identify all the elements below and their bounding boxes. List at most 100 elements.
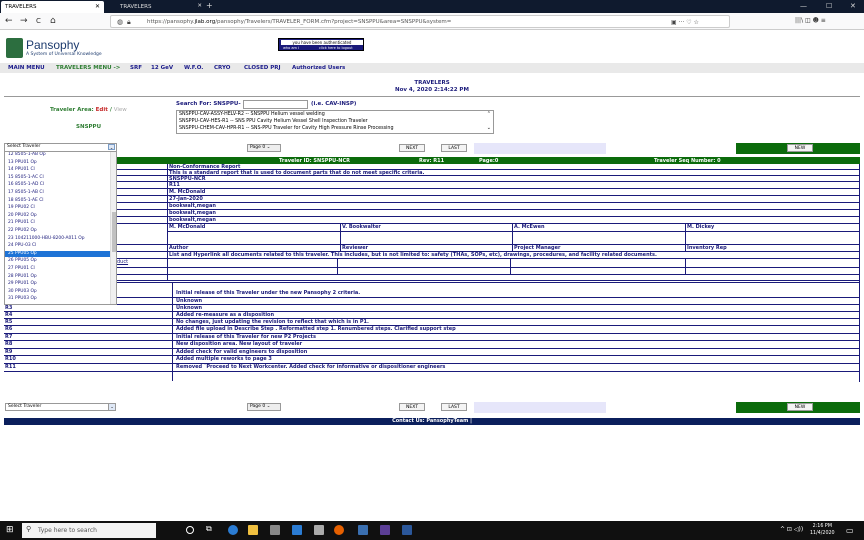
edge-icon[interactable] xyxy=(228,525,238,535)
home-icon[interactable]: ⌂ xyxy=(50,16,56,26)
traveler-option[interactable]: 14 PPU01 Cl xyxy=(5,167,110,173)
next-button[interactable]: NEXT xyxy=(399,403,425,411)
new-button[interactable]: NEW xyxy=(787,144,813,152)
page-select[interactable]: Page 0 ⌄ xyxy=(247,144,281,152)
traveler-table: Non-Conformance Report This is a standar… xyxy=(4,164,860,382)
forward-icon[interactable]: → xyxy=(20,16,28,26)
area-view-link[interactable]: View xyxy=(114,107,127,113)
traveler-option[interactable]: 17 8505-1-AB Cl xyxy=(5,190,110,196)
traveler-header: Traveler ID: SNSPPU-NCR Rev: R11 Page:0 … xyxy=(4,157,860,164)
pansophy-logo[interactable]: Pansophy A System of Universal Knowledge xyxy=(6,38,102,60)
traveler-option[interactable]: 16 8505-1-AD Cl xyxy=(5,182,110,188)
traveler-option[interactable]: 12 8505-1-AB Op xyxy=(5,152,110,158)
next-button[interactable]: NEXT xyxy=(399,144,425,152)
reload-icon[interactable]: C xyxy=(36,17,41,25)
traveler-option[interactable]: 31 PPU03 Op xyxy=(5,296,110,302)
menu-wfo[interactable]: W.F.O. xyxy=(184,65,203,71)
last-button[interactable]: LAST xyxy=(441,403,467,411)
menu-authorized-users[interactable]: Authorized Users xyxy=(292,65,345,71)
maximize-icon[interactable]: ☐ xyxy=(826,2,832,10)
traveler-option[interactable]: 20 PPU02 Op xyxy=(5,213,110,219)
traveler-option[interactable]: 28 PPU01 Op xyxy=(5,274,110,280)
search-results-list[interactable]: SNSPPU-CAV-ASSY-HELV-R2 -- SNSPPU Helium… xyxy=(176,110,494,134)
traveler-option[interactable]: 30 PPU03 Op xyxy=(5,289,110,295)
close-tab-icon[interactable]: ✕ xyxy=(197,3,202,9)
traveler-option[interactable]: 26 PPU05 Op xyxy=(5,258,110,264)
traveler-option[interactable]: 22 PPU02 Op xyxy=(5,228,110,234)
back-icon[interactable]: ← xyxy=(5,16,13,26)
search-label: Search For: SNSPPU- xyxy=(176,101,241,107)
dropdown-scrollbar[interactable] xyxy=(110,152,116,304)
traveler-option[interactable]: 18 8505-1-AE Cl xyxy=(5,198,110,204)
select-traveler[interactable]: Select Traveler ⌄ xyxy=(5,403,116,411)
cortana-icon[interactable] xyxy=(186,526,194,534)
new-tab-button[interactable]: + xyxy=(206,1,213,10)
revision-row: R10 Added multiple reworks to page 3 xyxy=(4,356,860,364)
spacer-row xyxy=(4,281,860,283)
revision-row: R8 New disposition area. New layout of tr… xyxy=(4,341,860,349)
area-edit-link[interactable]: Edit xyxy=(96,107,108,113)
menu-travelers[interactable]: TRAVELERS MENU -> xyxy=(56,65,120,71)
docs-row xyxy=(4,268,860,275)
page-select[interactable]: Page 0 ⌄ xyxy=(247,403,281,411)
page-actions-icon[interactable]: ▣ ··· ♡ ☆ xyxy=(671,19,699,26)
traveler-option[interactable]: 15 8505-1-AC Cl xyxy=(5,175,110,181)
who-am-i-link[interactable]: who am i xyxy=(283,46,299,50)
traveler-option[interactable]: 21 PPU01 Cl xyxy=(5,220,110,226)
search-input[interactable] xyxy=(243,100,308,109)
store-icon[interactable] xyxy=(270,525,280,535)
close-tab-icon[interactable]: ✕ xyxy=(95,3,100,10)
chevron-down-icon[interactable]: ⌄ xyxy=(487,125,491,131)
traveler-option[interactable]: 25 PPU05 Op xyxy=(5,250,110,258)
last-button[interactable]: LAST xyxy=(441,144,467,152)
traveler-option[interactable]: 23 104211000-HBU-8200-A011 Op xyxy=(5,236,110,242)
traveler-option[interactable]: 19 PPU02 Cl xyxy=(5,205,110,211)
app-icon[interactable] xyxy=(314,525,324,535)
chevron-up-icon[interactable]: ⌃ xyxy=(487,111,491,117)
file-explorer-icon[interactable] xyxy=(248,525,258,535)
traveler-options-list[interactable]: 12 8505-1-AB Op 13 PPU01 Op 14 PPU01 Cl 15 … xyxy=(5,152,110,304)
toolbar-icons[interactable]: |||\ ◫ ☻ ≡ xyxy=(795,17,826,24)
tab-travelers[interactable]: TRAVELERS ✕ xyxy=(116,1,206,13)
chevron-down-icon[interactable]: ⌄ xyxy=(108,144,115,150)
url-text: https://pansophy.jlab.org/pansophy/Trave… xyxy=(147,19,452,25)
close-window-icon[interactable]: ✕ xyxy=(850,2,856,10)
logout-link[interactable]: click here to logout xyxy=(319,46,353,50)
chevron-down-icon[interactable]: ⌄ xyxy=(108,404,115,410)
url-bar[interactable]: ◍ 🔒︎ https://pansophy.jlab.org/pansophy/… xyxy=(110,15,730,28)
contact-footer[interactable]: Contact Us: PansophyTeam | xyxy=(4,418,860,425)
clock[interactable]: 2:16 PM 11/4/2020 xyxy=(810,523,835,537)
traveler-option[interactable]: 29 PPU01 Op xyxy=(5,281,110,287)
table-row: bookwalt,megan xyxy=(4,217,860,224)
scrollbar-thumb[interactable] xyxy=(112,212,116,252)
windows-start-icon[interactable]: ⊞ xyxy=(6,525,14,535)
menu-srf[interactable]: SRF xyxy=(130,65,142,71)
taskbar-search[interactable]: ⚲ Type here to search xyxy=(22,523,156,538)
list-item[interactable]: SNSPPU-CHEM-CAV-HPR-R1 -- SNS-PPU Travel… xyxy=(179,126,394,131)
tab-travelers-active[interactable]: TRAVELERS ✕ xyxy=(1,1,104,13)
menu-cryo[interactable]: CRYO xyxy=(214,65,230,71)
select-traveler-header[interactable]: Select Traveler ⌄ xyxy=(5,144,116,152)
teams-icon[interactable] xyxy=(380,525,390,535)
minimize-icon[interactable]: — xyxy=(800,2,807,10)
menu-closed-prj[interactable]: CLOSED PRJ xyxy=(244,65,281,71)
notification-icon[interactable]: ▭ xyxy=(846,526,854,535)
revision-row: R5 No changes, just updating the revision… xyxy=(4,319,860,326)
system-tray[interactable]: ^ ⊡ ◁)) xyxy=(780,526,803,533)
list-item[interactable]: SNSPPU-CAV-ASSY-HELV-R2 -- SNSPPU Helium… xyxy=(179,112,325,117)
traveler-controls-bottom: Select Traveler ⌄ Page 0 ⌄ NEXT LAST NEW xyxy=(4,402,860,413)
traveler-option[interactable]: 13 PPU01 Op xyxy=(5,160,110,166)
traveler-option[interactable]: 27 PPU01 Cl xyxy=(5,266,110,272)
task-view-icon[interactable]: ⧉ xyxy=(206,524,216,534)
traveler-option[interactable]: 24 PPU-03 Cl xyxy=(5,243,110,249)
menu-main[interactable]: MAIN MENU xyxy=(8,65,45,71)
docs-link[interactable]: duct xyxy=(117,259,128,265)
mail-icon[interactable] xyxy=(292,525,302,535)
menu-12gev[interactable]: 12 GeV xyxy=(151,65,173,71)
word-icon[interactable] xyxy=(402,525,412,535)
firefox-icon[interactable] xyxy=(334,525,344,535)
list-item[interactable]: SNSPPU-CAV-HES-R1 -- SNS PPU Cavity Heli… xyxy=(179,119,368,124)
app-icon[interactable] xyxy=(358,525,368,535)
select-traveler-dropdown[interactable]: Select Traveler ⌄ 12 8505-1-AB Op 13 PPU0… xyxy=(4,143,117,305)
new-button[interactable]: NEW xyxy=(787,403,813,411)
